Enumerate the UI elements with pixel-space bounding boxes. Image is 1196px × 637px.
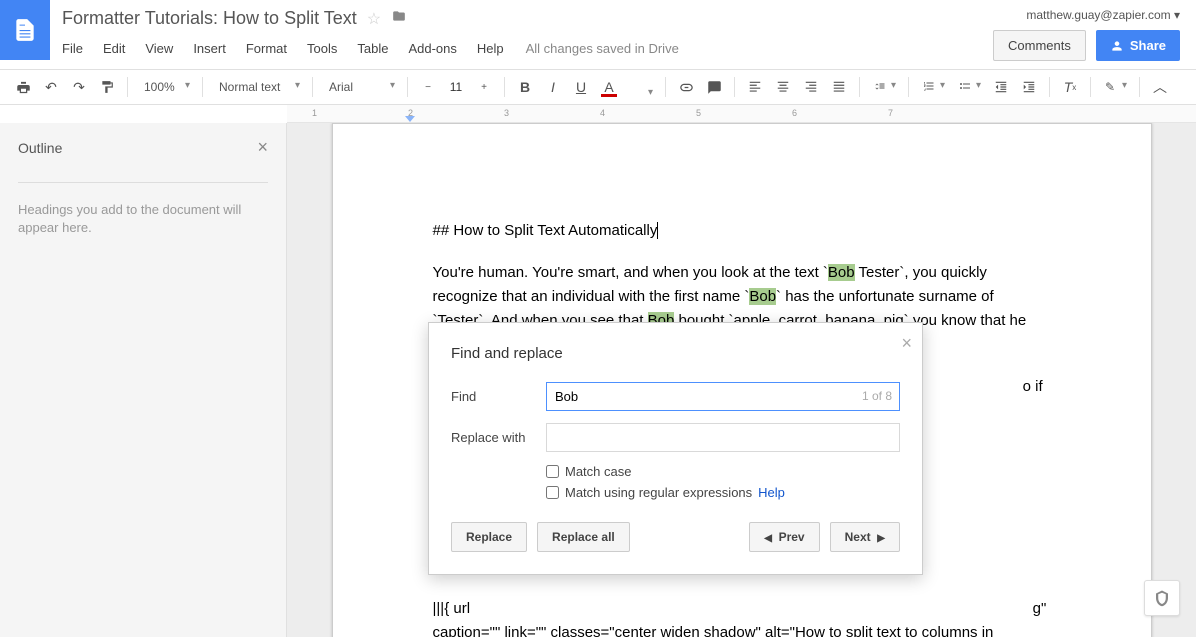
font-size-up-icon[interactable]: +: [471, 74, 497, 100]
comment-icon[interactable]: [701, 74, 727, 100]
menu-file[interactable]: File: [60, 37, 93, 60]
indent-increase-icon[interactable]: [1016, 74, 1042, 100]
outline-sidebar: Outline × Headings you add to the docume…: [0, 123, 287, 637]
find-highlight: Bob: [749, 288, 776, 305]
paint-format-icon[interactable]: [94, 74, 120, 100]
highlight-color-icon[interactable]: [624, 82, 658, 92]
replace-all-button[interactable]: Replace all: [537, 522, 630, 552]
menu-addons[interactable]: Add-ons: [398, 37, 466, 60]
star-icon[interactable]: ☆: [367, 9, 381, 29]
clear-formatting-icon[interactable]: Tx: [1057, 74, 1083, 100]
style-select[interactable]: Normal text: [210, 75, 305, 99]
bullet-list-icon[interactable]: [952, 75, 986, 100]
explore-button[interactable]: [1144, 580, 1180, 616]
line-spacing-icon[interactable]: [867, 75, 901, 100]
bold-icon[interactable]: B: [512, 74, 538, 100]
find-replace-dialog: × Find and replace Find 1 of 8 Replace w…: [428, 322, 923, 575]
align-left-icon[interactable]: [742, 74, 768, 100]
ruler[interactable]: 1 2 3 4 5 6 7: [287, 105, 1196, 123]
redo-icon[interactable]: ↷: [66, 74, 92, 100]
find-highlight: Bob: [828, 264, 855, 281]
folder-icon[interactable]: [391, 9, 407, 28]
menu-insert[interactable]: Insert: [183, 37, 236, 60]
menu-edit[interactable]: Edit: [93, 37, 135, 60]
user-email[interactable]: matthew.guay@zapier.com ▾: [1026, 8, 1180, 22]
undo-icon[interactable]: ↶: [38, 74, 64, 100]
outline-hint: Headings you add to the document will ap…: [18, 182, 268, 237]
menu-format[interactable]: Format: [236, 37, 297, 60]
save-status: All changes saved in Drive: [526, 41, 679, 56]
align-justify-icon[interactable]: [826, 74, 852, 100]
match-case-checkbox[interactable]: [546, 465, 559, 478]
find-label: Find: [451, 389, 546, 404]
outline-title: Outline: [18, 140, 62, 156]
find-count: 1 of 8: [862, 389, 892, 403]
help-link[interactable]: Help: [758, 485, 785, 500]
numbered-list-icon[interactable]: [916, 75, 950, 100]
italic-icon[interactable]: I: [540, 74, 566, 100]
hide-menus-icon[interactable]: ︿: [1147, 74, 1173, 100]
doc-title[interactable]: Formatter Tutorials: How to Split Text: [62, 8, 357, 29]
match-case-label: Match case: [565, 464, 631, 479]
dialog-title: Find and replace: [451, 345, 900, 362]
menu-tools[interactable]: Tools: [297, 37, 347, 60]
menu-bar: File Edit View Insert Format Tools Table…: [60, 29, 977, 60]
align-right-icon[interactable]: [798, 74, 824, 100]
zoom-select[interactable]: 100%: [135, 75, 195, 99]
replace-button[interactable]: Replace: [451, 522, 527, 552]
doc-heading: ## How to Split Text Automatically: [433, 222, 658, 239]
font-select[interactable]: Arial: [320, 75, 400, 99]
find-input[interactable]: [546, 382, 900, 411]
regex-label: Match using regular expressions: [565, 485, 752, 500]
next-button[interactable]: Next ▶: [830, 522, 900, 552]
underline-icon[interactable]: U: [568, 74, 594, 100]
regex-checkbox[interactable]: [546, 486, 559, 499]
link-icon[interactable]: [673, 74, 699, 100]
print-icon[interactable]: [10, 74, 36, 100]
toolbar: ↶ ↷ 100% Normal text Arial − 11 + B I U …: [0, 69, 1196, 105]
menu-table[interactable]: Table: [347, 37, 398, 60]
replace-input[interactable]: [546, 423, 900, 452]
font-size-value[interactable]: 11: [441, 77, 471, 97]
align-center-icon[interactable]: [770, 74, 796, 100]
close-icon[interactable]: ×: [257, 137, 268, 158]
doc-paragraph: |||{ url g" caption="" link="" classes="…: [433, 597, 1051, 637]
prev-button[interactable]: ◀ Prev: [749, 522, 819, 552]
indent-decrease-icon[interactable]: [988, 74, 1014, 100]
comments-button[interactable]: Comments: [993, 30, 1086, 61]
close-icon[interactable]: ×: [901, 333, 912, 354]
menu-view[interactable]: View: [135, 37, 183, 60]
font-size-down-icon[interactable]: −: [415, 74, 441, 100]
replace-label: Replace with: [451, 430, 546, 445]
share-button[interactable]: Share: [1096, 30, 1180, 61]
editing-mode-icon[interactable]: ✎: [1098, 75, 1132, 99]
menu-help[interactable]: Help: [467, 37, 514, 60]
docs-logo[interactable]: [0, 0, 50, 60]
text-color-icon[interactable]: A: [596, 74, 622, 100]
